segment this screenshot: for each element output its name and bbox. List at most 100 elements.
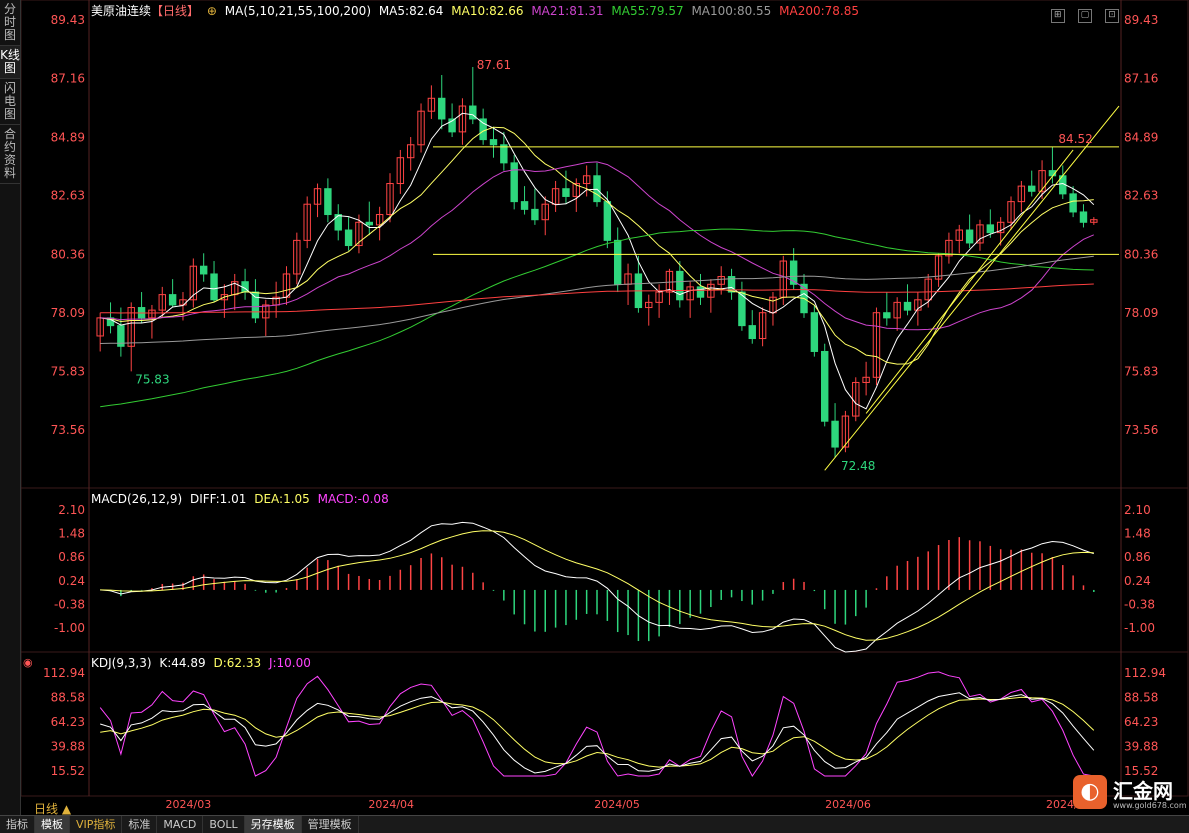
kdj-tick-left: 15.52	[51, 764, 85, 778]
chart-canvas[interactable]: 89.43 89.43 87.16 87.16 84.89 84.89 82.63 82.63…	[21, 0, 1189, 815]
candle-body	[168, 294, 177, 306]
tab-template[interactable]: 模板	[35, 816, 70, 833]
kdj-k: K:44.89	[159, 656, 206, 670]
side-tab-timeshare[interactable]: 分时图	[0, 0, 20, 46]
candle-body	[531, 208, 539, 221]
candle-body	[344, 229, 353, 247]
price-tick-left: 80.36	[51, 247, 85, 261]
brand-url: www.gold678.com	[1113, 801, 1187, 810]
candle-body	[986, 224, 995, 234]
ma5-line	[100, 112, 1095, 410]
tab-indicators[interactable]: 指标	[0, 816, 35, 833]
price-tick-right: 75.83	[1124, 364, 1158, 378]
rising-trend-line-inner	[865, 149, 1074, 414]
ma55-line	[100, 228, 1094, 408]
candle-body	[199, 265, 208, 275]
candle-body	[965, 229, 974, 244]
macd-dea: DEA:1.05	[254, 492, 310, 506]
candle-body	[676, 270, 684, 301]
kdj-legend: KDJ(9,3,3) K:44.89 D:62.33 J:10.00	[91, 656, 315, 670]
kdj-tick-right: 64.23	[1124, 715, 1158, 729]
legend-ma10: MA10:82.66	[451, 4, 524, 18]
price-tick-left: 75.83	[51, 364, 85, 378]
kdj-tick-left: 112.94	[43, 666, 85, 680]
restore-icon[interactable]: ⊞	[1050, 9, 1065, 23]
date-label: 2024/04	[368, 798, 414, 811]
minimize-icon[interactable]: ▢	[1077, 9, 1092, 23]
annotation-high: 87.61	[477, 58, 511, 72]
candle-body	[500, 144, 508, 164]
side-tab-flash[interactable]: 闪电图	[0, 79, 20, 125]
kdj-j-line	[99, 671, 1094, 777]
ma200-line	[100, 283, 1094, 314]
macd-tick-left: 0.24	[58, 574, 85, 588]
price-tick-right: 80.36	[1124, 247, 1158, 261]
kdj-tick-left: 88.58	[51, 691, 85, 705]
legend-ma100: MA100:80.55	[691, 4, 772, 18]
legend-ma-params: MA(5,10,21,55,100,200)	[224, 4, 371, 18]
tab-macd[interactable]: MACD	[157, 816, 204, 833]
macd-dea-line	[100, 530, 1094, 641]
legend-settings-icon[interactable]: ⊕	[207, 4, 217, 18]
candle-body	[324, 188, 332, 216]
legend-instrument: 美原油连续	[91, 4, 152, 18]
kdj-tick-right: 39.88	[1124, 739, 1158, 753]
side-tab-bar: 分时图 K线图 闪电图 合约资料	[0, 0, 21, 815]
kdj-panel-frame	[21, 651, 1189, 797]
candle-body	[520, 201, 529, 210]
macd-tick-right: -0.38	[1124, 597, 1155, 611]
price-tick-right: 87.16	[1124, 72, 1158, 86]
brand-name: 汇金网	[1113, 779, 1173, 803]
candle-body	[1069, 193, 1077, 213]
price-tick-right: 89.43	[1124, 13, 1158, 27]
tab-vip-indicators[interactable]: VIP指标	[70, 816, 123, 833]
candle-body	[603, 201, 612, 241]
macd-tick-left: 2.10	[58, 503, 85, 517]
macd-tick-right: 1.48	[1124, 527, 1151, 541]
macd-tick-left: -0.38	[54, 597, 85, 611]
macd-diff: DIFF:1.01	[189, 492, 247, 506]
maximize-icon[interactable]: ⊡	[1105, 9, 1119, 23]
side-tab-kline[interactable]: K线图	[0, 46, 20, 79]
side-tab-contract-info[interactable]: 合约资料	[0, 125, 20, 184]
price-tick-right: 82.63	[1124, 189, 1158, 203]
macd-tick-left: 1.48	[58, 527, 85, 541]
macd-legend: MACD(26,12,9) DIFF:1.01 DEA:1.05 MACD:-0…	[91, 492, 393, 506]
candle-body	[438, 97, 446, 120]
candle-body	[365, 221, 373, 226]
macd-tick-left: 0.86	[58, 550, 85, 564]
kdj-settings-icon[interactable]: ◉	[23, 656, 33, 669]
annotation-right-high: 84.52	[1058, 132, 1092, 146]
macd-tick-left: -1.00	[54, 621, 85, 635]
period-label: 日线	[34, 802, 59, 816]
tab-boll[interactable]: BOLL	[203, 816, 245, 833]
macd-params: MACD(26,12,9)	[91, 492, 183, 506]
macd-panel-frame	[21, 487, 1189, 653]
legend-ma21: MA21:81.31	[531, 4, 604, 18]
price-tick-left: 84.89	[51, 130, 85, 144]
candle-body	[479, 118, 487, 141]
tab-save-template[interactable]: 另存模板	[244, 816, 302, 833]
price-tick-left: 87.16	[51, 72, 85, 86]
legend-ma5: MA5:82.64	[378, 4, 444, 18]
kdj-tick-right: 112.94	[1124, 666, 1166, 680]
price-tick-right: 78.09	[1124, 306, 1158, 320]
kdj-tick-right: 88.58	[1124, 691, 1158, 705]
chart-area[interactable]: 89.43 89.43 87.16 87.16 84.89 84.89 82.63 82.63…	[21, 0, 1189, 815]
macd-tick-right: 2.10	[1124, 503, 1151, 517]
candle-body	[489, 139, 498, 146]
window-controls: ⊞ ▢ ⊡	[1043, 2, 1119, 23]
candle-body	[883, 312, 891, 319]
legend-period: 【日线】	[151, 4, 200, 18]
candle-body	[510, 162, 518, 203]
macd-diff-line	[100, 521, 1094, 653]
tab-manage-template[interactable]: 管理模板	[302, 816, 359, 833]
candle-body	[562, 188, 570, 197]
price-tick-left: 82.63	[51, 189, 85, 203]
kdj-j: J:10.00	[268, 656, 311, 670]
brand-watermark: ◐ 汇金网 www.gold678.com	[1073, 773, 1187, 813]
kdj-params: KDJ(9,3,3)	[91, 656, 152, 670]
tab-standard[interactable]: 标准	[122, 816, 158, 833]
ma10-line	[100, 126, 1094, 365]
candle-body	[613, 239, 622, 285]
